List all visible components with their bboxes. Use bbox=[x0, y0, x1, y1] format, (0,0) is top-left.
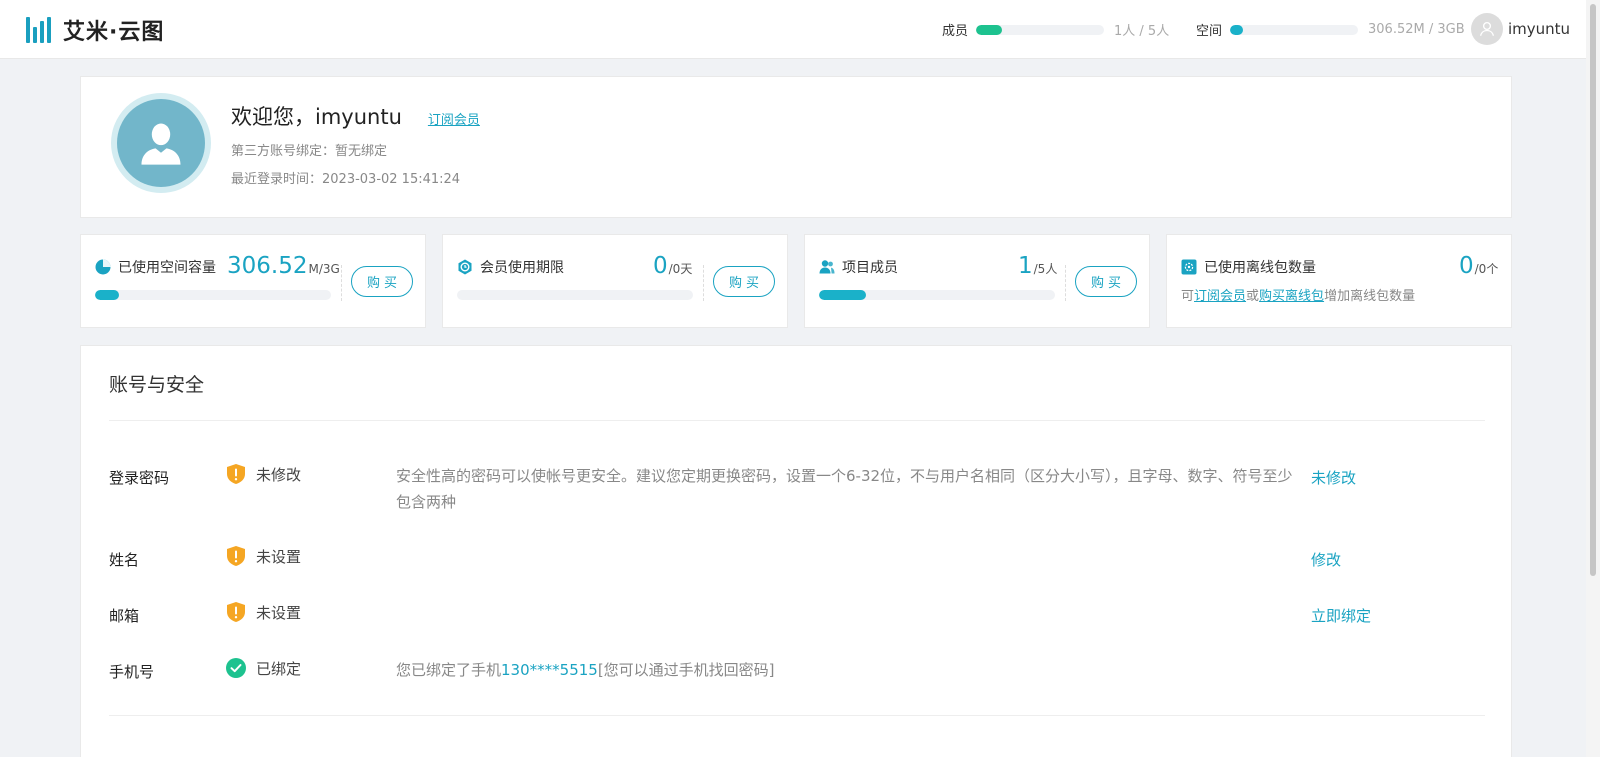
members-label: 成员 bbox=[942, 24, 969, 39]
phone-number: 130****5515 bbox=[501, 661, 598, 679]
row-status: 未修改 bbox=[226, 463, 301, 485]
scrollbar-thumb[interactable] bbox=[1590, 4, 1596, 576]
logo-text: 艾米·云图 bbox=[63, 20, 165, 45]
divider bbox=[109, 715, 1485, 716]
stat-space-value: 306.52 M/3G bbox=[227, 253, 340, 279]
stat-offline-title: 已使用离线包数量 bbox=[1181, 257, 1316, 277]
subscribe-link[interactable]: 订阅会员 bbox=[428, 109, 480, 128]
space-progress-fill bbox=[1230, 24, 1243, 35]
stat-space-card: 已使用空间容量 306.52 M/3G 购买 bbox=[80, 234, 426, 328]
user-silhouette-icon bbox=[141, 123, 181, 165]
stat-offline-value: 0/0个 bbox=[1459, 253, 1499, 279]
stat-offline-card: 已使用离线包数量 0/0个 可订阅会员或购买离线包增加离线包数量 bbox=[1166, 234, 1512, 328]
top-bar: 艾米·云图 成员 1人 / 5人 空间 306.52M / 3GB imyunt… bbox=[0, 0, 1600, 59]
stat-project-value: 1/5人 bbox=[1018, 253, 1058, 279]
stat-member-card: 会员使用期限 0/0天 购买 bbox=[442, 234, 788, 328]
row-status: 已绑定 bbox=[226, 657, 301, 679]
divider bbox=[109, 420, 1485, 421]
logo-bars-icon bbox=[26, 17, 51, 43]
stat-space-progress bbox=[95, 290, 331, 300]
stat-project-title: 项目成员 bbox=[819, 257, 898, 277]
members-progress-bar bbox=[976, 24, 1105, 35]
bind-email-action[interactable]: 立即绑定 bbox=[1311, 605, 1371, 626]
members-usage: 成员 1人 / 5人 bbox=[942, 20, 1169, 39]
third-party-binding: 第三方账号绑定：暂无绑定 bbox=[231, 144, 388, 159]
stat-member-value: 0/0天 bbox=[653, 253, 693, 279]
welcome-text: 欢迎您，imyuntu bbox=[231, 105, 402, 129]
row-description: 安全性高的密码可以使帐号更安全。建议您定期更换密码，设置一个6-32位，不与用户… bbox=[396, 467, 1293, 511]
space-usage: 空间 306.52M / 3GB bbox=[1196, 20, 1465, 39]
offline-hint: 可订阅会员或购买离线包增加离线包数量 bbox=[1181, 289, 1416, 304]
warning-shield-icon bbox=[226, 545, 246, 567]
members-progress-fill bbox=[976, 24, 1002, 35]
space-count: 306.52M / 3GB bbox=[1368, 22, 1465, 37]
change-password-action[interactable]: 未修改 bbox=[1311, 467, 1356, 488]
stat-member-title: 会员使用期限 bbox=[457, 257, 564, 277]
row-description: 您已绑定了手机130****5515[您可以通过手机找回密码] bbox=[396, 661, 775, 679]
offline-subscribe-link[interactable]: 订阅会员 bbox=[1194, 289, 1246, 304]
page-scrollbar[interactable] bbox=[1586, 0, 1600, 757]
user-menu[interactable]: imyuntu bbox=[1470, 13, 1570, 45]
clock-badge-icon bbox=[458, 259, 472, 275]
stat-project-card: 项目成员 1/5人 购买 bbox=[804, 234, 1150, 328]
buy-offline-link[interactable]: 购买离线包 bbox=[1259, 289, 1324, 304]
stat-space-title: 已使用空间容量 bbox=[95, 257, 216, 277]
app-logo[interactable]: 艾米·云图 bbox=[26, 14, 164, 46]
account-security-panel: 账号与安全 登录密码 未修改 安全性高的密码可以使帐号更安全。建议您定期更换密码… bbox=[80, 345, 1512, 757]
welcome-line: 欢迎您，imyuntu 订阅会员 bbox=[231, 101, 480, 131]
stat-project-progress-fill bbox=[819, 290, 867, 300]
user-avatar-icon[interactable] bbox=[1470, 13, 1503, 45]
last-login-time: 最近登录时间：2023-03-02 15:41:24 bbox=[231, 172, 461, 187]
check-circle-icon bbox=[226, 657, 246, 679]
buy-space-button[interactable]: 购买 bbox=[351, 266, 413, 297]
users-icon bbox=[819, 260, 835, 274]
warning-shield-icon bbox=[226, 463, 246, 485]
profile-card: 欢迎您，imyuntu 订阅会员 第三方账号绑定：暂无绑定 最近登录时间：202… bbox=[80, 76, 1512, 218]
pie-chart-icon bbox=[95, 259, 111, 275]
row-status: 未设置 bbox=[226, 601, 301, 623]
space-label: 空间 bbox=[1196, 24, 1223, 39]
members-count: 1人 / 5人 bbox=[1114, 24, 1170, 39]
buy-project-button[interactable]: 购买 bbox=[1075, 266, 1137, 297]
row-label: 手机号 bbox=[109, 663, 155, 681]
row-label: 登录密码 bbox=[109, 469, 170, 487]
profile-avatar bbox=[111, 93, 211, 193]
stat-space-progress-fill bbox=[95, 290, 119, 300]
section-title: 账号与安全 bbox=[109, 374, 205, 396]
row-label: 姓名 bbox=[109, 551, 140, 569]
row-label: 邮箱 bbox=[109, 607, 140, 625]
stat-member-progress bbox=[457, 290, 693, 300]
space-progress-bar bbox=[1230, 24, 1359, 35]
package-icon bbox=[1181, 259, 1197, 275]
stat-project-progress bbox=[819, 290, 1055, 300]
buy-member-button[interactable]: 购买 bbox=[713, 266, 775, 297]
row-status: 未设置 bbox=[226, 545, 301, 567]
username[interactable]: imyuntu bbox=[1508, 20, 1570, 38]
edit-name-action[interactable]: 修改 bbox=[1311, 549, 1341, 570]
warning-shield-icon bbox=[226, 601, 246, 623]
